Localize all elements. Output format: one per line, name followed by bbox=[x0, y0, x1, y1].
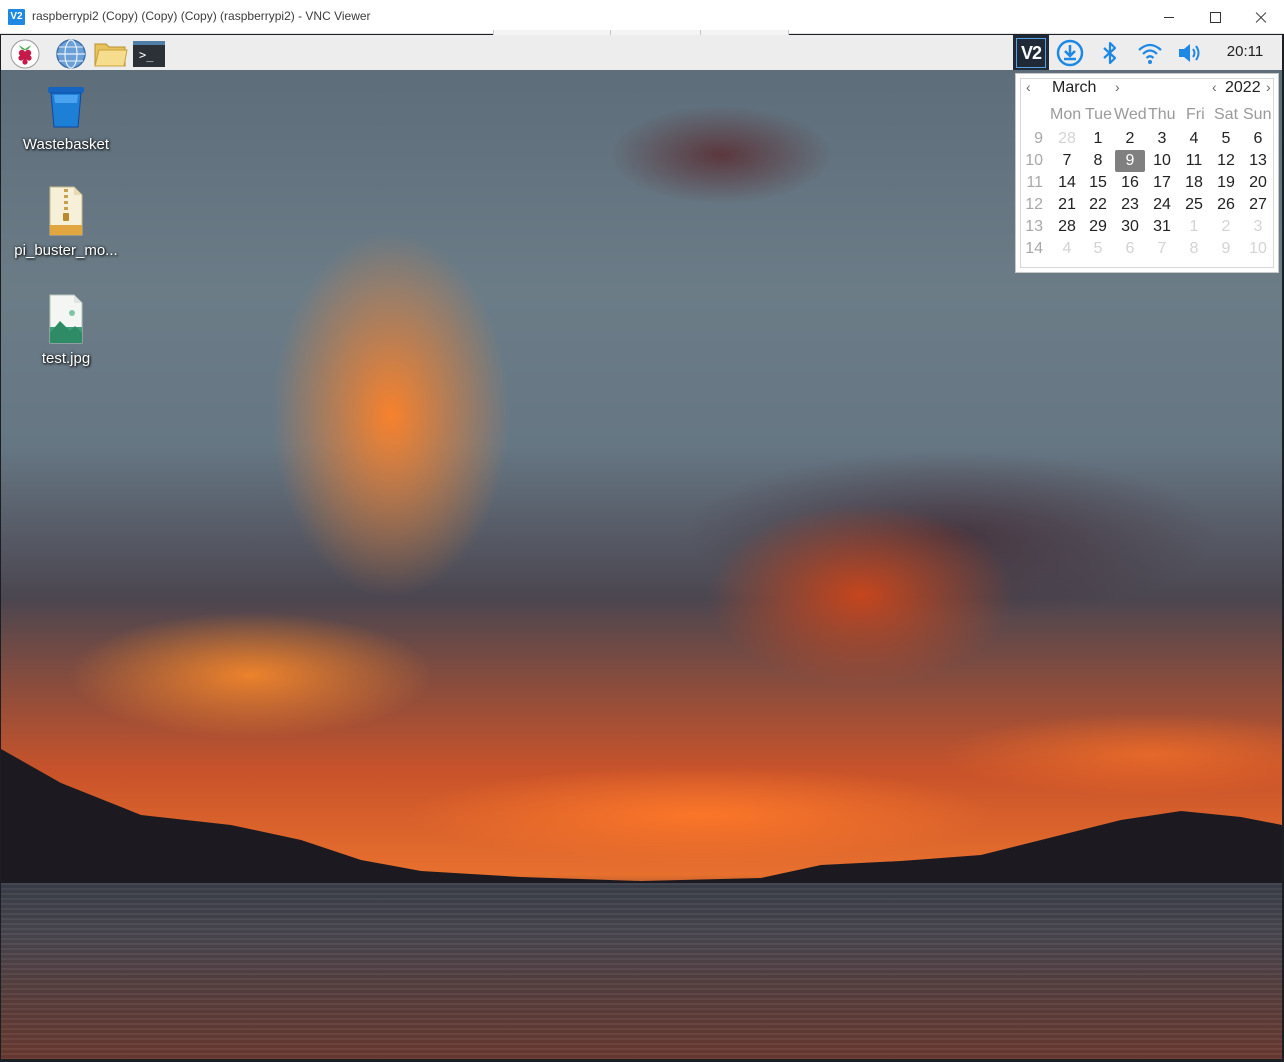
panel-clock[interactable]: 20:11 bbox=[1215, 43, 1275, 60]
calendar-day[interactable]: 5 bbox=[1211, 128, 1241, 150]
desktop-icon-label: pi_buster_mo... bbox=[14, 242, 118, 259]
vnc-window-titlebar: V2 raspberrypi2 (Copy) (Copy) (Copy) (ra… bbox=[0, 0, 1284, 36]
desktop-icon-wastebasket[interactable]: Wastebasket bbox=[11, 83, 121, 153]
vnc-viewer-app-icon: V2 bbox=[8, 9, 25, 25]
calendar-day[interactable]: 3 bbox=[1243, 216, 1273, 238]
calendar-day[interactable]: 4 bbox=[1179, 128, 1209, 150]
vnc-server-tray-icon[interactable]: V2 bbox=[1013, 35, 1049, 70]
remote-desktop[interactable]: >_ V2 20:11 Wastebasket pi_buster_mo... … bbox=[1, 35, 1282, 1059]
next-month-arrow-icon[interactable]: › bbox=[1115, 77, 1120, 97]
weekday-header: Sat bbox=[1214, 106, 1239, 123]
calendar-week-row: 11 14 15 16 17 18 19 20 bbox=[1016, 172, 1280, 194]
calendar-week-row: 13 28 29 30 31 1 2 3 bbox=[1016, 216, 1280, 238]
image-file-icon bbox=[49, 294, 83, 344]
calendar-day[interactable]: 4 bbox=[1052, 238, 1082, 260]
lake-water bbox=[1, 883, 1282, 1059]
file-manager-icon[interactable] bbox=[93, 37, 128, 69]
calendar-day[interactable]: 2 bbox=[1211, 216, 1241, 238]
calendar-day[interactable]: 3 bbox=[1147, 128, 1177, 150]
desktop-icon-image-file[interactable]: test.jpg bbox=[11, 293, 121, 367]
calendar-day[interactable]: 23 bbox=[1115, 194, 1145, 216]
maximize-button[interactable] bbox=[1192, 0, 1238, 34]
minimize-button[interactable] bbox=[1146, 0, 1192, 34]
calendar-day[interactable]: 22 bbox=[1083, 194, 1113, 216]
week-number: 12 bbox=[1025, 196, 1043, 213]
window-title: raspberrypi2 (Copy) (Copy) (Copy) (raspb… bbox=[32, 9, 371, 23]
calendar-day[interactable]: 6 bbox=[1115, 238, 1145, 260]
calendar-day[interactable]: 13 bbox=[1243, 150, 1273, 172]
calendar-day[interactable]: 8 bbox=[1179, 238, 1209, 260]
calendar-day[interactable]: 15 bbox=[1083, 172, 1113, 194]
calendar-day[interactable]: 10 bbox=[1147, 150, 1177, 172]
week-number: 9 bbox=[1034, 130, 1043, 147]
calendar-week-row: 10 7 8 9 10 11 12 13 bbox=[1016, 150, 1280, 172]
calendar-day[interactable]: 25 bbox=[1179, 194, 1209, 216]
calendar-day[interactable]: 5 bbox=[1083, 238, 1113, 260]
weekday-header: Sun bbox=[1243, 106, 1272, 123]
calendar-year: 2022 bbox=[1225, 79, 1261, 96]
bluetooth-icon[interactable] bbox=[1095, 38, 1125, 68]
calendar-day[interactable]: 1 bbox=[1179, 216, 1209, 238]
weekday-header-row: Mon Tue Wed Thu Fri Sat Sun bbox=[1016, 106, 1280, 128]
weekday-header: Tue bbox=[1085, 106, 1112, 123]
web-browser-icon[interactable] bbox=[55, 37, 87, 69]
calendar-day[interactable]: 24 bbox=[1147, 194, 1177, 216]
calendar-day[interactable]: 19 bbox=[1211, 172, 1241, 194]
calendar-day[interactable]: 11 bbox=[1179, 150, 1209, 172]
terminal-icon[interactable]: >_ bbox=[133, 37, 165, 69]
calendar-day[interactable]: 7 bbox=[1147, 238, 1177, 260]
week-number: 13 bbox=[1025, 218, 1043, 235]
calendar-day[interactable]: 28 bbox=[1052, 216, 1082, 238]
wifi-icon[interactable] bbox=[1135, 38, 1165, 68]
week-number: 10 bbox=[1025, 152, 1043, 169]
prev-year-arrow-icon[interactable]: ‹ bbox=[1212, 77, 1217, 97]
calendar-week-row: 12 21 22 23 24 25 26 27 bbox=[1016, 194, 1280, 216]
calendar-day[interactable]: 9 bbox=[1211, 238, 1241, 260]
calendar-day[interactable]: 1 bbox=[1083, 128, 1113, 150]
week-number: 11 bbox=[1026, 174, 1043, 191]
calendar-day[interactable]: 10 bbox=[1243, 238, 1273, 260]
calendar-day[interactable]: 16 bbox=[1115, 172, 1145, 194]
calendar-day[interactable]: 18 bbox=[1179, 172, 1209, 194]
desktop-icon-label: test.jpg bbox=[41, 350, 91, 367]
volume-icon[interactable] bbox=[1175, 38, 1205, 68]
calendar-week-row: 9 28 1 2 3 4 5 6 bbox=[1016, 128, 1280, 150]
calendar-day[interactable]: 31 bbox=[1147, 216, 1177, 238]
weekday-header: Mon bbox=[1050, 106, 1082, 123]
updater-download-icon[interactable] bbox=[1055, 38, 1085, 68]
wastebasket-icon bbox=[48, 87, 84, 128]
calendar-day-selected[interactable]: 9 bbox=[1115, 150, 1145, 172]
prev-month-arrow-icon[interactable]: ‹ bbox=[1026, 77, 1031, 97]
zip-archive-icon bbox=[49, 186, 83, 236]
calendar-day[interactable]: 29 bbox=[1083, 216, 1113, 238]
calendar-day[interactable]: 14 bbox=[1052, 172, 1082, 194]
weekday-header: Fri bbox=[1186, 106, 1205, 123]
calendar-day[interactable]: 21 bbox=[1052, 194, 1082, 216]
calendar-day[interactable]: 17 bbox=[1147, 172, 1177, 194]
calendar-day[interactable]: 27 bbox=[1243, 194, 1273, 216]
calendar-day[interactable]: 2 bbox=[1115, 128, 1145, 150]
calendar-month: March bbox=[1052, 79, 1097, 96]
calendar-day[interactable]: 20 bbox=[1243, 172, 1273, 194]
raspberry-pi-menu-icon[interactable] bbox=[9, 37, 41, 69]
calendar-day[interactable]: 12 bbox=[1211, 150, 1241, 172]
calendar-day[interactable]: 7 bbox=[1052, 150, 1082, 172]
next-year-arrow-icon[interactable]: › bbox=[1266, 77, 1271, 97]
desktop-icon-zip-archive[interactable]: pi_buster_mo... bbox=[11, 185, 121, 259]
weekday-header: Wed bbox=[1114, 106, 1147, 123]
terminal-prompt-glyph: >_ bbox=[133, 41, 165, 67]
week-number: 14 bbox=[1025, 240, 1043, 257]
close-button[interactable] bbox=[1238, 0, 1284, 34]
taskbar-panel: >_ V2 20:11 bbox=[1, 35, 1282, 70]
calendar-day[interactable]: 8 bbox=[1083, 150, 1113, 172]
calendar-week-row: 14 4 5 6 7 8 9 10 bbox=[1016, 238, 1280, 260]
weekday-header: Thu bbox=[1148, 106, 1176, 123]
calendar-day[interactable]: 26 bbox=[1211, 194, 1241, 216]
calendar-day[interactable]: 28 bbox=[1052, 128, 1082, 150]
desktop-icon-label: Wastebasket bbox=[22, 136, 110, 153]
calendar-popup: ‹ March › ‹ 2022 › Mon Tue Wed Thu Fri S… bbox=[1015, 73, 1279, 273]
calendar-day[interactable]: 30 bbox=[1115, 216, 1145, 238]
calendar-day[interactable]: 6 bbox=[1243, 128, 1273, 150]
